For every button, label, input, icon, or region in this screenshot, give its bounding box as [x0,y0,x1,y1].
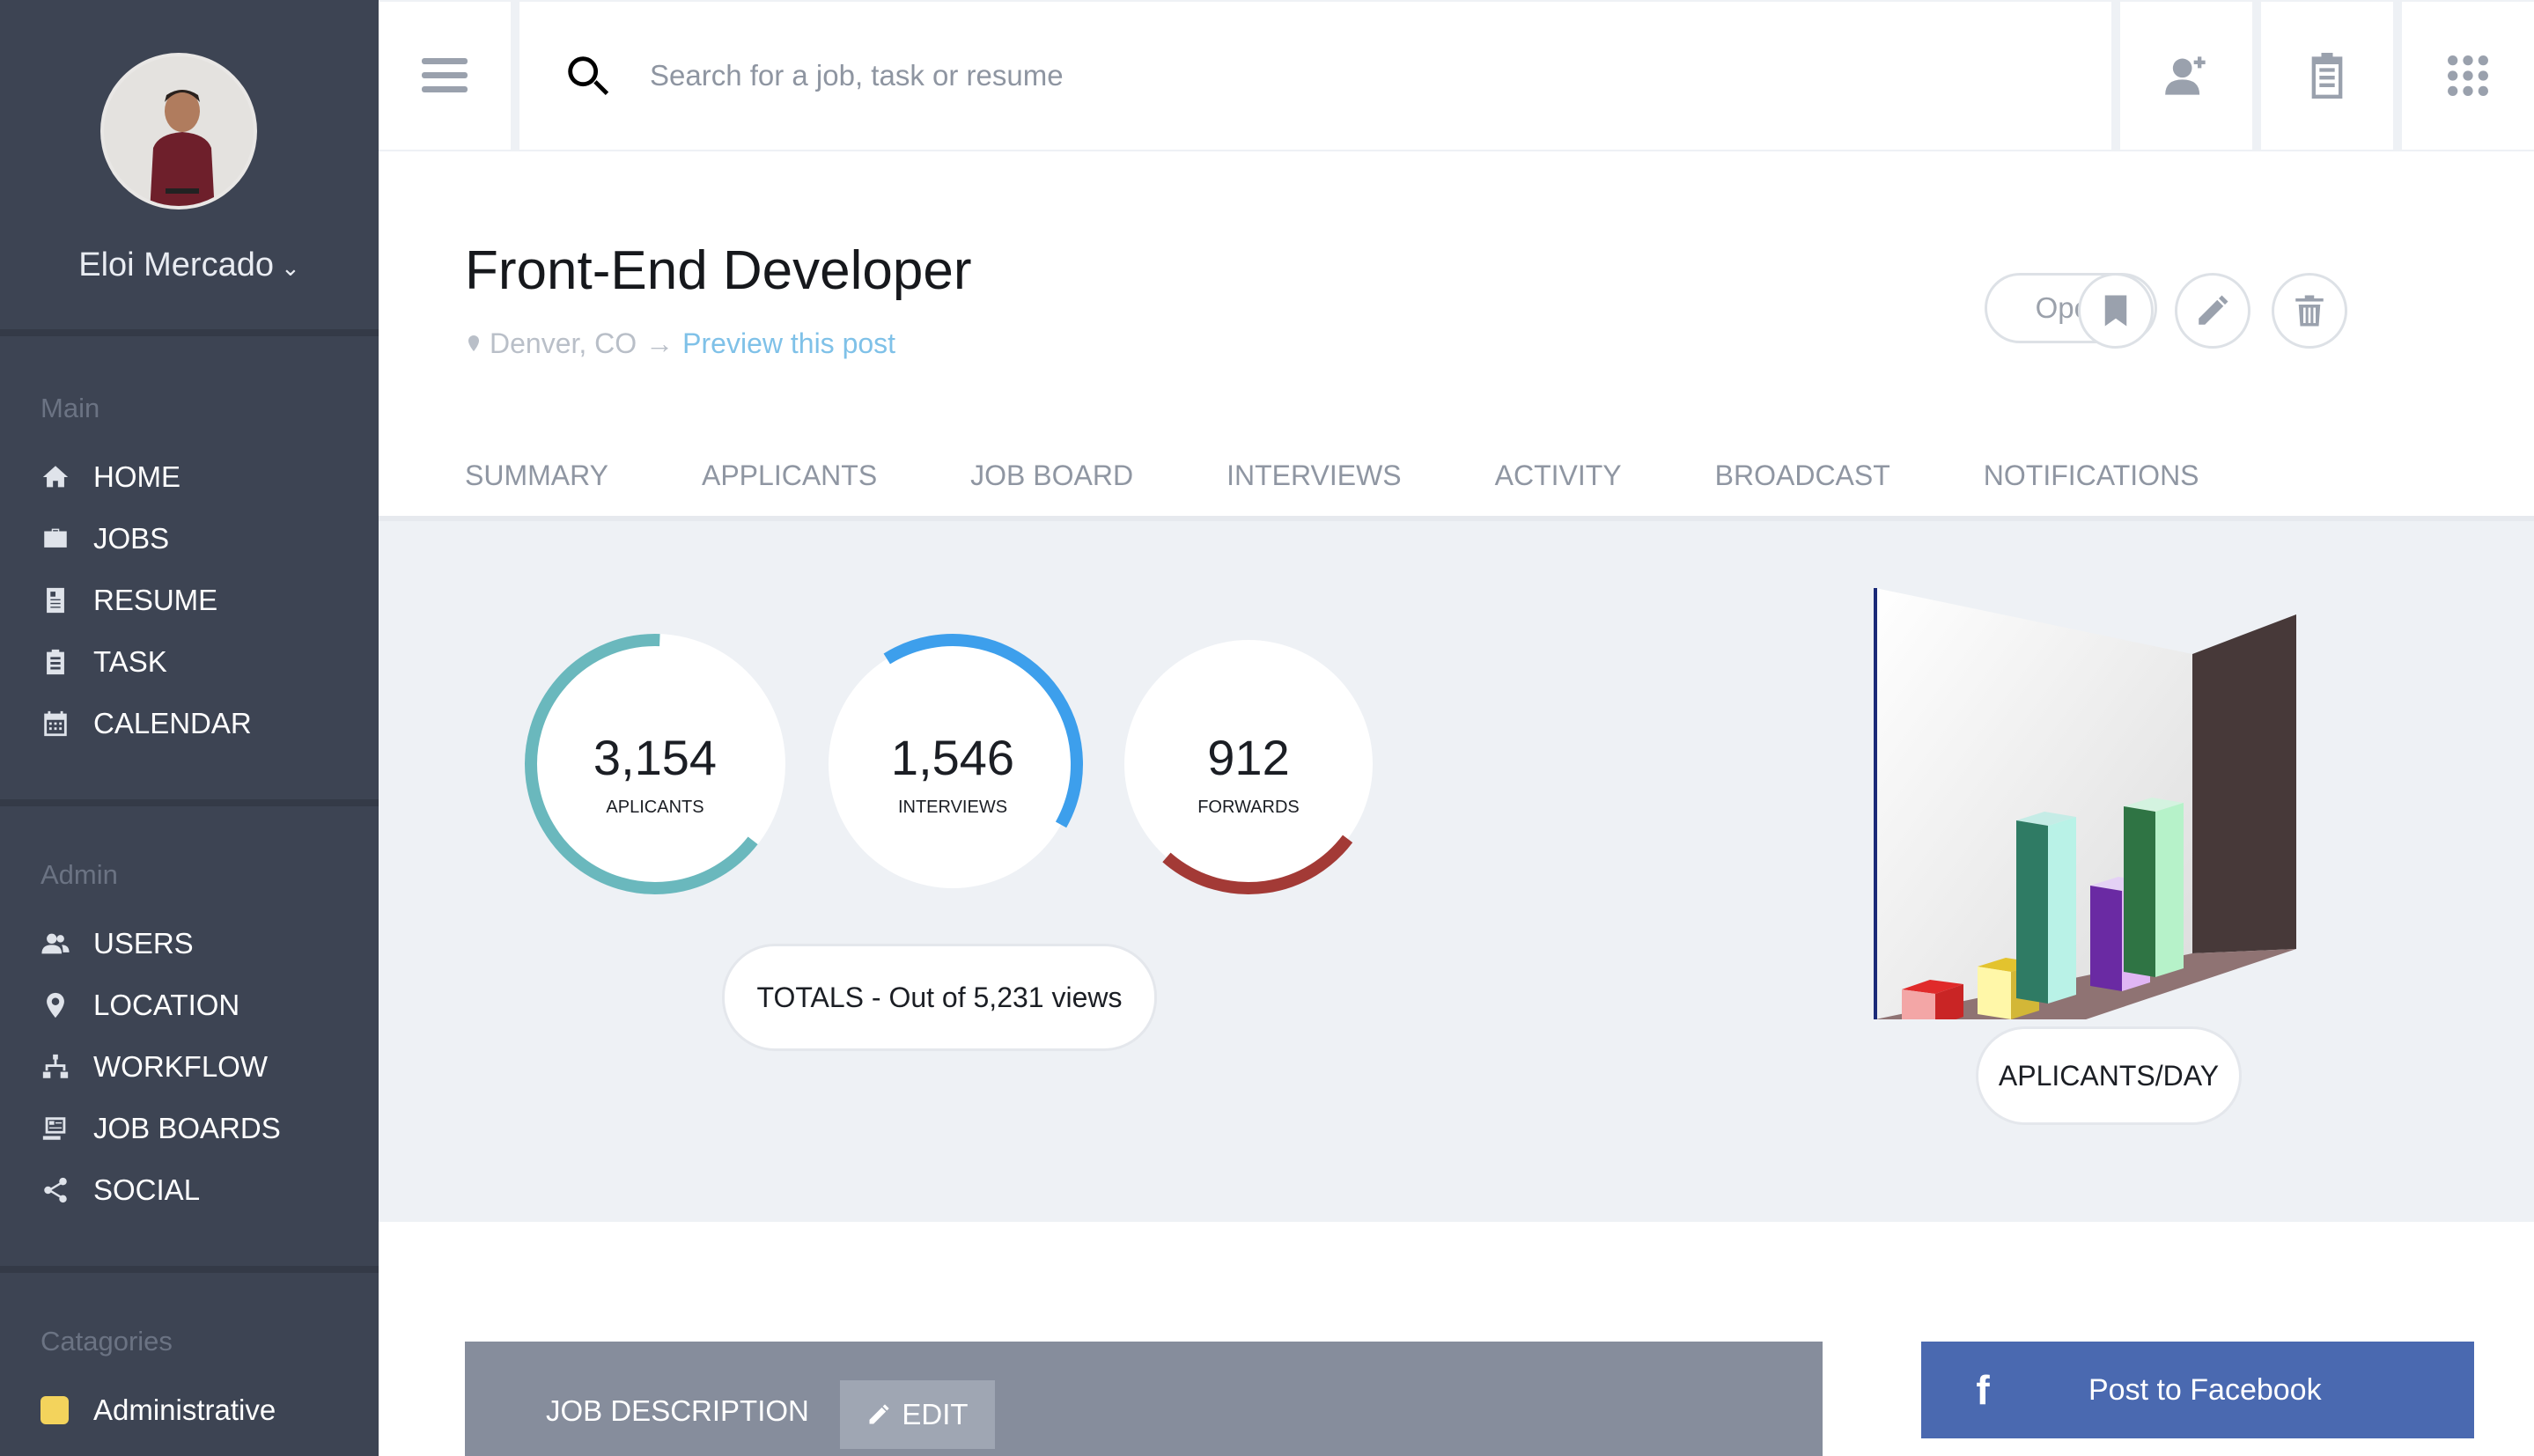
add-user-button[interactable] [2120,2,2252,150]
job-boards-icon [41,1114,70,1143]
sidebar-item-label: USERS [93,927,194,960]
sidebar-item-users[interactable]: USERS [41,923,194,965]
apps-grid-icon [2448,55,2488,96]
sidebar-category-label: Administrative [93,1393,276,1426]
sidebar-item-label: HOME [93,460,180,493]
forwards-label: FORWARDS [1197,798,1300,817]
location-pin-icon [468,335,479,351]
stats-section: 3,154 APLICANTS 1,546 INTERVIEWS 912 FOR… [379,526,2534,1211]
category-color-swatch [41,1396,69,1424]
chevron-down-icon: ⌄ [280,254,300,281]
sidebar-item-jobs[interactable]: JOBS [41,518,169,560]
facebook-icon: f [1976,1367,1990,1413]
sidebar-item-workflow[interactable]: WORKFLOW [41,1046,268,1088]
sidebar-item-location[interactable]: LOCATION [41,984,239,1026]
job-header: Front-End Developer Denver, CO → Preview… [379,151,2534,521]
pencil-icon [869,1404,890,1424]
sidebar-divider [0,799,379,806]
search-bar [519,2,2111,150]
sidebar-divider [0,1266,379,1273]
tab-summary[interactable]: SUMMARY [465,460,608,492]
trash-icon [2295,295,2324,327]
search-icon[interactable] [562,50,613,101]
admin-section-heading: Admin [41,859,118,890]
briefcase-icon [41,524,70,554]
post-to-facebook-label: Post to Facebook [2088,1372,2322,1407]
arrow-right-icon: → [645,327,674,359]
sidebar-item-label: RESUME [93,584,218,616]
edit-job-button[interactable] [2175,273,2250,349]
search-input[interactable] [650,59,1970,92]
user-profile: Eloi Mercado ⌄ [0,0,379,336]
interviews-ring: 1,546 INTERVIEWS [821,632,1085,896]
home-icon [41,462,70,492]
applicants-ring: 3,154 APLICANTS [523,632,787,896]
tab-interviews[interactable]: INTERVIEWS [1226,460,1402,492]
applicants-count: 3,154 [593,730,718,785]
interviews-label: INTERVIEWS [897,798,1008,817]
tab-job-board[interactable]: JOB BOARD [970,460,1133,492]
sidebar-item-home[interactable]: HOME [41,456,180,498]
forwards-ring: 912 FORWARDS [1116,632,1381,896]
tasks-button[interactable] [2261,2,2393,150]
bookmark-icon [2104,295,2127,327]
sidebar-item-task[interactable]: TASK [41,641,167,683]
apps-grid-button[interactable] [2402,2,2534,150]
resume-icon [41,585,70,615]
job-location: Denver, CO [490,327,637,359]
menu-toggle-button[interactable] [379,2,511,150]
sidebar-item-label: CALENDAR [93,707,252,739]
edit-label: EDIT [902,1398,969,1430]
job-description-title: JOB DESCRIPTION [546,1394,809,1427]
hamburger-menu-icon [422,58,468,92]
tab-activity[interactable]: ACTIVITY [1495,460,1622,492]
job-tabs: SUMMARY APPLICANTS JOB BOARD INTERVIEWS … [465,460,2293,492]
edit-description-button[interactable]: EDIT [840,1380,995,1449]
clipboard-icon [2311,53,2343,99]
main-section-heading: Main [41,393,100,423]
sidebar-item-label: SOCIAL [93,1173,201,1206]
interviews-count: 1,546 [890,730,1015,785]
top-bar [379,0,2534,151]
sidebar-item-label: JOB BOARDS [93,1112,281,1144]
sidebar-item-job-boards[interactable]: JOB BOARDS [41,1107,281,1150]
sidebar-item-label: JOBS [93,522,170,555]
applicants-label: APLICANTS [606,798,704,817]
sidebar: Eloi Mercado ⌄ Main HOME JOBS RESUME TASK… [0,0,379,1456]
forwards-count: 912 [1207,730,1290,785]
sidebar-item-social[interactable]: SOCIAL [41,1169,200,1211]
page-title: Front-End Developer [465,240,972,301]
pencil-icon [2199,295,2228,325]
tab-applicants[interactable]: APPLICANTS [702,460,877,492]
sidebar-category-administrative[interactable]: Administrative [41,1389,276,1431]
tab-broadcast[interactable]: BROADCAST [1715,460,1890,492]
job-description-header: JOB DESCRIPTION EDIT [465,1342,1823,1456]
delete-job-button[interactable] [2272,273,2347,349]
sidebar-item-resume[interactable]: RESUME [41,579,217,621]
users-icon [41,929,70,959]
user-name[interactable]: Eloi Mercado ⌄ [0,246,379,284]
totals-badge: TOTALS - Out of 5,231 views [722,944,1157,1051]
clipboard-icon [41,647,70,677]
sidebar-item-label: LOCATION [93,989,240,1021]
calendar-icon [41,709,70,739]
share-icon [41,1175,70,1205]
tab-notifications[interactable]: NOTIFICATIONS [1984,460,2199,492]
location-pin-icon [41,990,70,1020]
post-to-facebook-button[interactable]: f Post to Facebook [1921,1342,2474,1438]
job-subtitle: Denver, CO → Preview this post [465,327,895,360]
job-description-section: JOB DESCRIPTION EDIT f Post to Facebook [379,1222,2534,1456]
sidebar-item-label: WORKFLOW [93,1050,268,1083]
chart-label-badge: APLICANTS/DAY [1976,1026,2242,1125]
workflow-icon [41,1052,70,1082]
preview-post-link[interactable]: Preview this post [682,327,895,360]
user-name-text: Eloi Mercado [78,246,274,283]
applicants-per-day-3d-chart [1874,588,2296,1019]
categories-section-heading: Catagories [41,1326,173,1357]
bookmark-button[interactable] [2078,273,2154,349]
add-user-icon [2165,56,2206,95]
sidebar-item-calendar[interactable]: CALENDAR [41,702,252,745]
sidebar-item-label: TASK [93,645,167,678]
avatar[interactable] [100,53,257,210]
